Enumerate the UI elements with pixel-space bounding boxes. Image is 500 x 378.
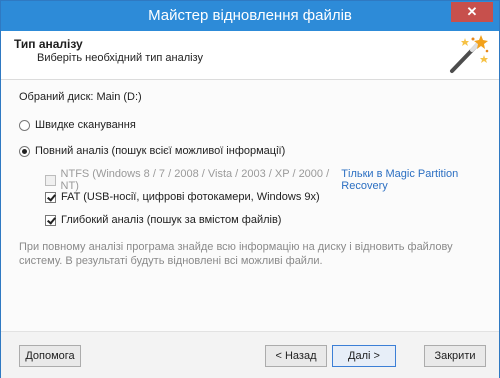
quick-scan-option[interactable]: Швидке сканування: [19, 119, 136, 131]
magic-partition-recovery-link[interactable]: Тільки в Magic Partition Recovery: [341, 168, 499, 192]
full-analysis-label: Повний аналіз (пошук всієї можливої інфо…: [35, 145, 286, 157]
full-analysis-option[interactable]: Повний аналіз (пошук всієї можливої інфо…: [19, 145, 285, 157]
deep-analysis-option[interactable]: Глибокий аналіз (пошук за вмістом файлів…: [45, 214, 281, 226]
selected-disk-label: Обраний диск: Main (D:): [19, 91, 142, 103]
wizard-content: Обраний диск: Main (D:) Швидке скануванн…: [1, 80, 499, 330]
close-dialog-button[interactable]: Закрити: [424, 345, 486, 367]
window-title: Майстер відновлення файлів: [148, 7, 352, 24]
magic-wand-icon: [450, 35, 489, 73]
ntfs-checkbox: [45, 174, 56, 186]
close-button[interactable]: ✕: [451, 2, 493, 22]
deep-analysis-label: Глибокий аналіз (пошук за вмістом файлів…: [61, 214, 282, 226]
step-title: Тип аналізу: [14, 37, 83, 51]
title-bar: Майстер відновлення файлів ✕: [1, 1, 499, 31]
step-subtitle: Виберіть необхідний тип аналізу: [37, 52, 203, 64]
close-icon: ✕: [466, 4, 478, 19]
quick-scan-label: Швидке сканування: [35, 119, 136, 131]
info-text: При повному аналізі програма знайде всю …: [19, 241, 453, 267]
wizard-window: Майстер відновлення файлів ✕ Тип аналізу…: [0, 0, 500, 378]
wizard-header: Тип аналізу Виберіть необхідний тип анал…: [1, 31, 499, 80]
help-button[interactable]: Допомога: [19, 345, 81, 367]
wizard-footer: Допомога < Назад Далі > Закрити: [1, 331, 499, 378]
fat-option[interactable]: FAT (USB-носії, цифрові фотокамери, Wind…: [45, 191, 320, 203]
deep-analysis-checkbox[interactable]: [45, 214, 56, 226]
fat-checkbox[interactable]: [45, 191, 56, 203]
ntfs-label: NTFS (Windows 8 / 7 / 2008 / Vista / 200…: [60, 168, 330, 192]
full-analysis-radio[interactable]: [19, 145, 30, 157]
back-button[interactable]: < Назад: [265, 345, 327, 367]
quick-scan-radio[interactable]: [19, 119, 30, 131]
ntfs-option: NTFS (Windows 8 / 7 / 2008 / Vista / 200…: [45, 168, 499, 192]
next-button[interactable]: Далі >: [332, 345, 396, 367]
fat-label: FAT (USB-носії, цифрові фотокамери, Wind…: [61, 191, 320, 203]
